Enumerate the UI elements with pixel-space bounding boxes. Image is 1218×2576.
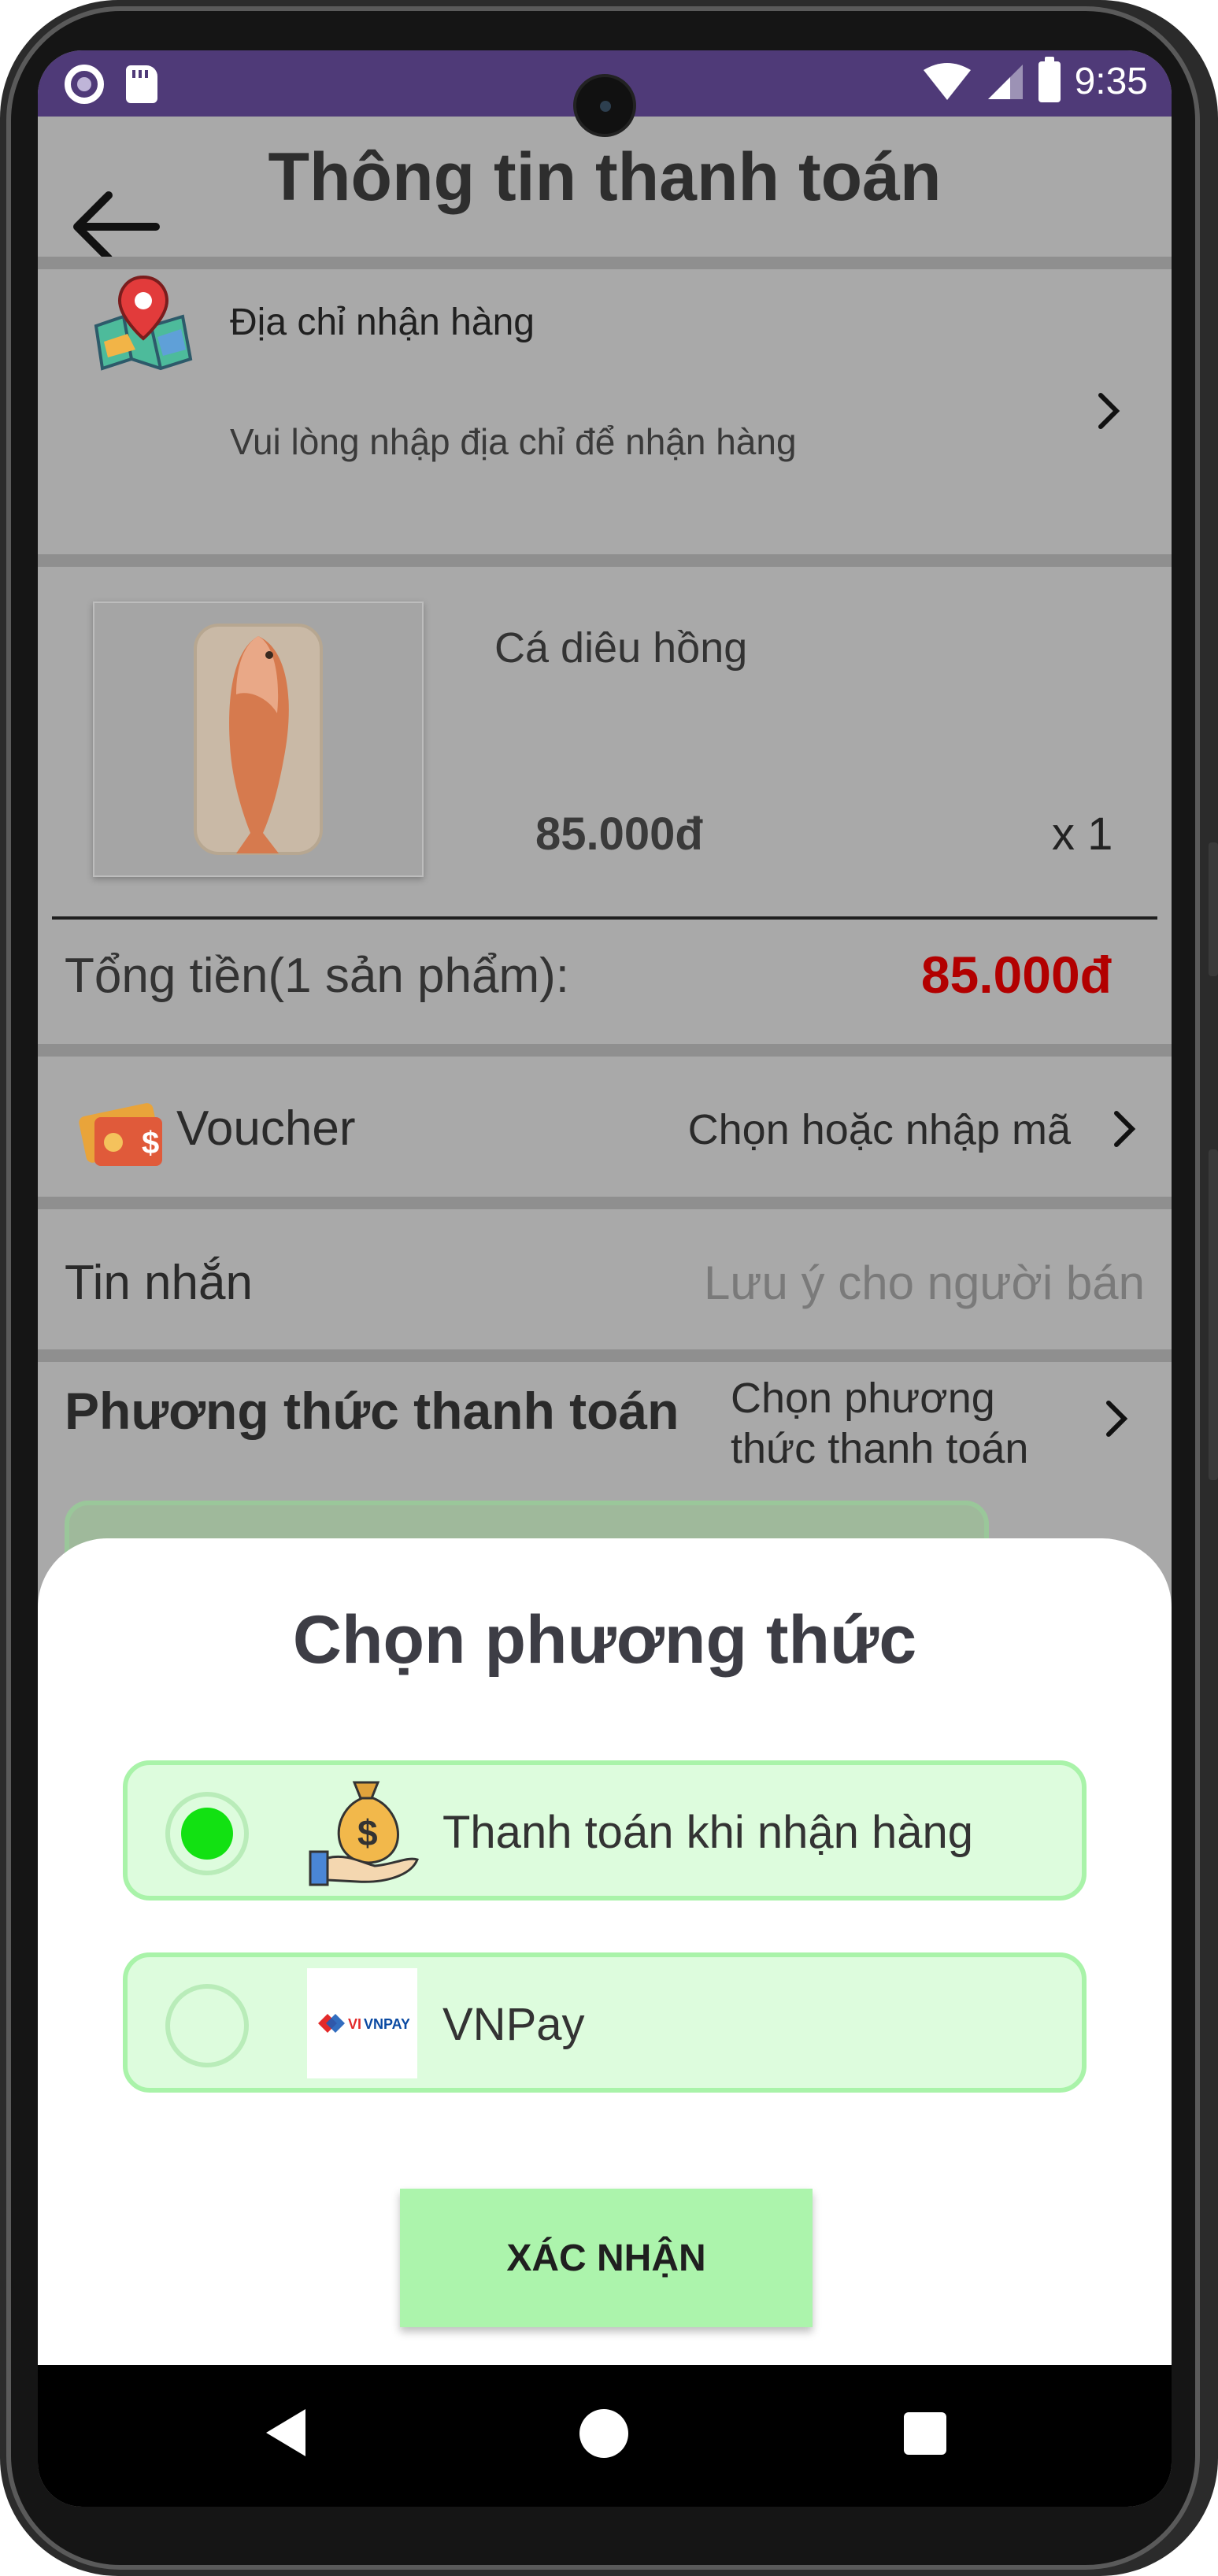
svg-text:VNPAY: VNPAY [364, 2016, 409, 2032]
notification-circle-icon [65, 65, 104, 104]
option-label: VNPay [442, 1999, 585, 2050]
phone-frame: 9:35 Thông tin thanh toán Địa chỉ nhận h… [0, 0, 1218, 2576]
sheet-title: Chọn phương thức [292, 1602, 917, 1678]
divider [38, 1044, 1172, 1057]
chevron-right-icon [1114, 1111, 1136, 1147]
chevron-right-icon [1098, 393, 1120, 429]
product-price: 85.000đ [535, 809, 703, 860]
screen: 9:35 Thông tin thanh toán Địa chỉ nhận h… [38, 50, 1172, 2507]
svg-text:$: $ [357, 1812, 378, 1853]
message-label: Tin nhắn [65, 1256, 253, 1310]
chevron-right-icon [1106, 1401, 1128, 1437]
battery-icon [1038, 56, 1061, 102]
option-label: Thanh toán khi nhận hàng [442, 1807, 973, 1858]
total-label: Tổng tiền(1 sản phẩm): [65, 949, 570, 1003]
divider [38, 257, 1172, 269]
product-quantity: x 1 [1052, 809, 1113, 860]
svg-text:VI: VI [348, 2016, 361, 2032]
product-name: Cá diêu hồng [494, 624, 748, 672]
signal-icon [987, 64, 1023, 99]
status-time: 9:35 [1074, 61, 1148, 102]
voucher-ticket-icon: $ [79, 1103, 162, 1166]
voucher-label: Voucher [176, 1101, 356, 1156]
voucher-action: Chọn hoặc nhập mã [687, 1106, 1071, 1153]
map-pin-icon [94, 275, 193, 371]
volume-button [1209, 842, 1218, 976]
wifi-icon [923, 62, 971, 100]
product-image [93, 601, 424, 877]
page-title: Thông tin thanh toán [268, 139, 942, 215]
vnpay-logo: VI VNPAY [307, 1968, 417, 2078]
address-hint: Vui lòng nhập địa chỉ để nhận hàng [230, 421, 797, 462]
message-input[interactable] [641, 1251, 1145, 1314]
system-nav-bar [38, 2365, 1172, 2507]
payment-method-sheet: Chọn phương thức $ Thanh toán khi nhận h… [38, 1538, 1172, 2365]
address-title: Địa chỉ nhận hàng [230, 302, 535, 343]
nav-home-icon[interactable] [579, 2409, 628, 2458]
option-cash-on-delivery[interactable]: $ Thanh toán khi nhận hàng [123, 1760, 1087, 1901]
svg-text:$: $ [142, 1126, 159, 1160]
money-bag-hand-icon: $ [309, 1781, 419, 1886]
radio-selected[interactable] [165, 1792, 249, 1875]
radio-unselected[interactable] [165, 1984, 249, 2067]
confirm-button[interactable]: XÁC NHẬN [400, 2189, 813, 2327]
product-separator [52, 916, 1157, 920]
option-vnpay[interactable]: VI VNPAY VNPay [123, 1952, 1087, 2093]
divider [38, 554, 1172, 567]
divider [38, 1197, 1172, 1209]
nav-recents-icon[interactable] [904, 2412, 946, 2455]
power-button [1209, 1149, 1218, 1480]
nav-back-icon[interactable] [266, 2409, 305, 2456]
payment-label: Phương thức thanh toán [65, 1382, 679, 1440]
total-value: 85.000đ [920, 946, 1112, 1004]
sd-card-icon [126, 65, 157, 103]
divider [38, 1349, 1172, 1362]
payment-action: Chọn phương thức thanh toán [731, 1375, 1029, 1472]
